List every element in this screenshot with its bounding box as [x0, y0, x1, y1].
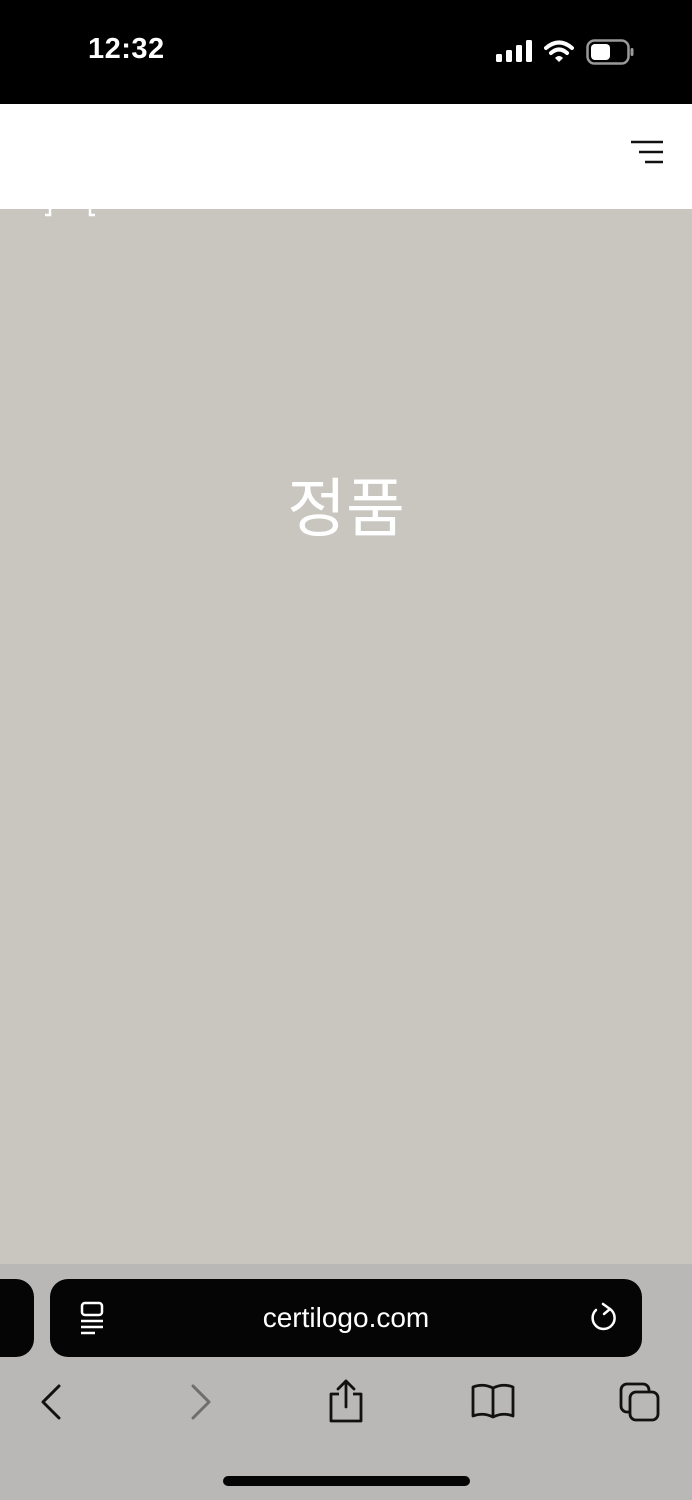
- bracket-logo-icon[interactable]: [44, 205, 96, 219]
- wifi-icon: [544, 40, 574, 62]
- back-icon[interactable]: [38, 1383, 64, 1421]
- site-header: [0, 104, 692, 209]
- status-bar: 12:32: [0, 0, 692, 104]
- reload-icon[interactable]: [588, 1302, 620, 1334]
- tabs-icon[interactable]: [618, 1381, 662, 1423]
- hamburger-menu-icon[interactable]: [630, 140, 664, 164]
- signal-icon: [496, 40, 532, 62]
- share-icon[interactable]: [326, 1378, 366, 1424]
- bookmarks-icon[interactable]: [470, 1382, 516, 1420]
- hero-section: [0, 209, 692, 1264]
- forward-icon[interactable]: [188, 1383, 214, 1421]
- hero-title: 정품: [287, 473, 405, 547]
- home-indicator: [223, 1476, 470, 1486]
- battery-icon: [586, 39, 634, 65]
- status-time: 12:32: [88, 33, 165, 65]
